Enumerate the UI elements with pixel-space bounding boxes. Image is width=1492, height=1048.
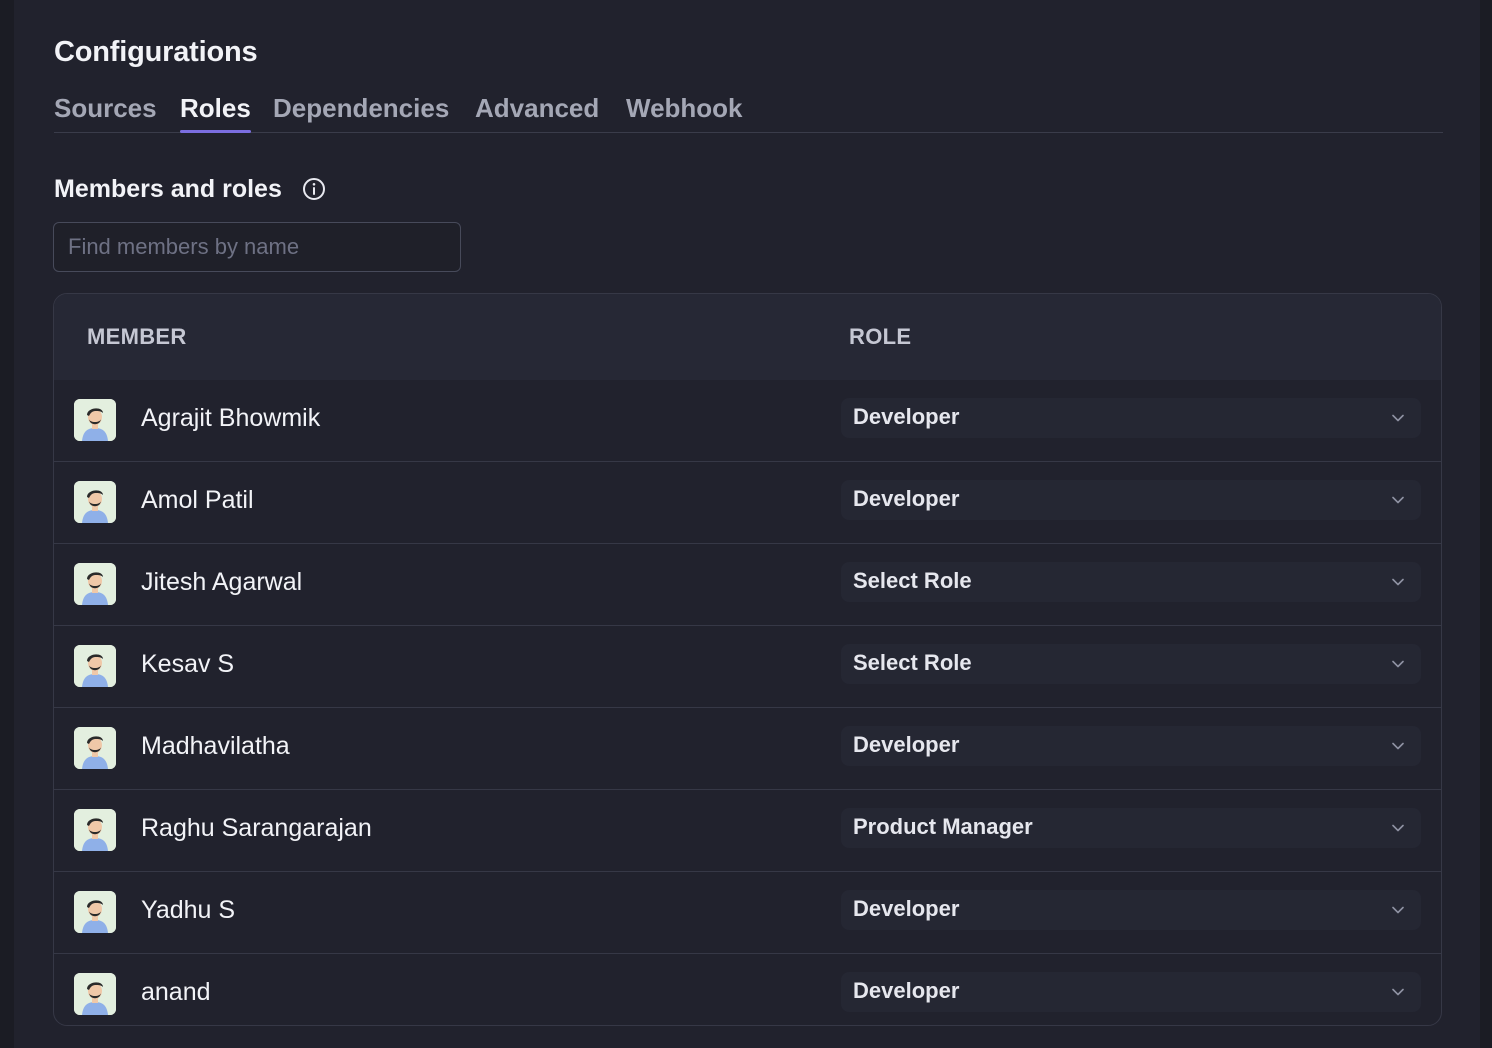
role-value: Developer [853,732,960,757]
column-header-member: MEMBER [87,324,187,349]
table-row: Madhavilatha Developer [54,708,1441,790]
role-value: Product Manager [853,814,1033,839]
role-select[interactable]: Product Manager [841,808,1421,848]
role-select[interactable]: Developer [841,480,1421,520]
avatar [74,727,116,769]
avatar [74,809,116,851]
info-circle-icon[interactable] [302,177,326,201]
tab-roles[interactable]: Roles [180,92,251,133]
avatar-icon [74,973,116,1015]
role-value: Developer [853,404,960,429]
page-title: Configurations [54,36,258,68]
role-value: Select Role [853,568,972,593]
avatar [74,399,116,441]
member-name: Jitesh Agarwal [141,568,303,596]
avatar-icon [74,809,116,851]
chevron-down-icon [1392,988,1404,996]
tab-sources[interactable]: Sources [54,92,157,132]
role-select[interactable]: Developer [841,726,1421,766]
member-name: anand [141,978,211,1006]
column-header-role: ROLE [849,324,912,349]
chevron-down-icon [1392,496,1404,504]
member-name: Kesav S [141,650,235,678]
avatar-icon [74,563,116,605]
role-value: Developer [853,978,960,1003]
avatar [74,891,116,933]
chevron-down-icon [1392,742,1404,750]
tab-webhook[interactable]: Webhook [626,92,743,132]
table-body: Agrajit Bhowmik Developer Amol Patil Dev… [54,380,1441,1025]
table-row: Amol Patil Developer [54,462,1441,544]
table-header: MEMBER ROLE [54,294,1441,380]
avatar-icon [74,891,116,933]
member-name: Amol Patil [141,486,254,514]
avatar-icon [74,727,116,769]
avatar [74,973,116,1015]
avatar-icon [74,481,116,523]
member-name: Madhavilatha [141,732,290,760]
role-value: Developer [853,486,960,511]
table-row: Raghu Sarangarajan Product Manager [54,790,1441,872]
search-field [53,222,461,272]
avatar [74,645,116,687]
members-table: MEMBER ROLE Agrajit Bhowmik Developer Am… [53,293,1442,1026]
table-row: Yadhu S Developer [54,872,1441,954]
member-name: Raghu Sarangarajan [141,814,372,842]
section-title: Members and roles [54,175,282,203]
avatar [74,563,116,605]
search-input[interactable] [54,223,460,271]
chevron-down-icon [1392,578,1404,586]
chevron-down-icon [1392,824,1404,832]
tab-bar: Sources Roles Dependencies Advanced Webh… [54,92,1443,133]
table-row: Kesav S Select Role [54,626,1441,708]
chevron-down-icon [1392,906,1404,914]
member-name: Yadhu S [141,896,236,924]
avatar-icon [74,399,116,441]
role-select[interactable]: Select Role [841,644,1421,684]
member-name: Agrajit Bhowmik [141,404,321,432]
role-select[interactable]: Developer [841,972,1421,1012]
table-row: Jitesh Agarwal Select Role [54,544,1441,626]
tab-advanced[interactable]: Advanced [475,92,599,132]
role-select[interactable]: Developer [841,890,1421,930]
chevron-down-icon [1392,414,1404,422]
avatar-icon [74,645,116,687]
table-row: Agrajit Bhowmik Developer [54,380,1441,462]
role-select[interactable]: Select Role [841,562,1421,602]
configurations-panel: Configurations Sources Roles Dependencie… [14,0,1480,1048]
role-value: Developer [853,896,960,921]
tab-dependencies[interactable]: Dependencies [273,92,449,132]
role-select[interactable]: Developer [841,398,1421,438]
table-row: anand Developer [54,954,1441,1025]
chevron-down-icon [1392,660,1404,668]
role-value: Select Role [853,650,972,675]
avatar [74,481,116,523]
